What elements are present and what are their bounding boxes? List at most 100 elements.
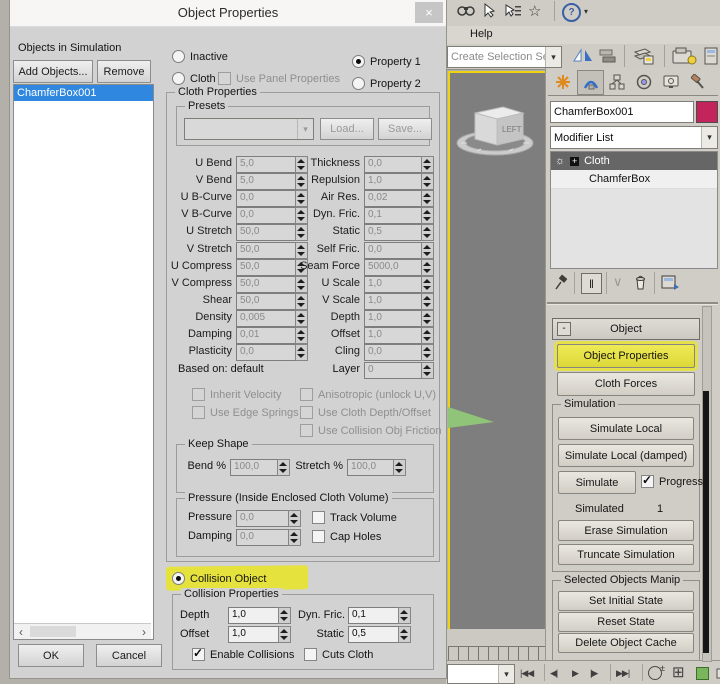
layer-field[interactable]: 0 — [364, 362, 427, 379]
static-field[interactable]: 0,5 — [348, 626, 404, 643]
make-unique-icon[interactable]: ∨ — [613, 274, 623, 290]
stack-item-cloth[interactable]: ☼ + Cloth — [551, 152, 717, 170]
presets-dropdown[interactable]: ▾ — [184, 118, 314, 140]
spinner-icon[interactable] — [421, 293, 434, 310]
cloth-radio[interactable]: Cloth — [172, 72, 216, 85]
timeline-ruler[interactable] — [448, 646, 547, 660]
play-icon[interactable]: ▶ — [572, 668, 578, 679]
param-field[interactable]: 0,0 — [364, 344, 427, 361]
viewport-layout-icon[interactable]: ⊞ — [672, 663, 685, 681]
checkbox[interactable] — [304, 648, 317, 661]
anisotropic-checkbox[interactable]: Anisotropic (unlock U,V) — [300, 388, 436, 401]
use-cloth-depth-offset-checkbox[interactable]: Use Cloth Depth/Offset — [300, 406, 431, 419]
spinner-icon[interactable] — [277, 459, 290, 476]
select-by-name-icon[interactable] — [504, 3, 522, 19]
tab-create[interactable] — [550, 70, 575, 93]
param-field[interactable]: 0,02 — [364, 190, 427, 207]
list-item[interactable]: ChamferBox001 — [14, 85, 153, 101]
spinner-icon[interactable] — [421, 327, 434, 344]
objects-list[interactable]: ChamferBox001 ‹ › — [13, 84, 154, 640]
param-field[interactable]: 0,5 — [364, 224, 427, 241]
param-field[interactable]: 1,0 — [364, 310, 427, 327]
show-end-result-icon[interactable]: ‖ — [581, 273, 602, 294]
prev-frame-icon[interactable]: ◀| — [550, 668, 557, 679]
viewport[interactable]: LEFT — [448, 71, 547, 631]
property2-radio[interactable]: Property 2 — [352, 77, 421, 90]
help-icon[interactable]: ? — [562, 3, 581, 22]
spinner-icon[interactable] — [278, 607, 291, 624]
collision-object-radio[interactable]: Collision Object — [172, 572, 266, 585]
spinner-icon[interactable] — [421, 156, 434, 173]
viewcube[interactable]: LEFT — [453, 99, 537, 159]
modifier-list-dropdown[interactable]: Modifier List ▾ — [550, 126, 718, 149]
damping-field[interactable]: 0,0 — [236, 529, 294, 546]
spinner-icon[interactable] — [421, 259, 434, 276]
use-edge-springs-checkbox[interactable]: Use Edge Springs — [192, 406, 299, 419]
spinner-icon[interactable] — [393, 459, 406, 476]
scrollbar-thumb[interactable] — [30, 626, 76, 637]
checkbox[interactable] — [192, 388, 205, 401]
tab-modify[interactable] — [577, 70, 604, 95]
stretch-field[interactable]: 100,0 — [347, 459, 399, 476]
enable-collisions-checkbox[interactable]: Enable Collisions — [192, 648, 294, 661]
tab-display[interactable] — [658, 70, 683, 93]
save-button[interactable]: Save... — [378, 118, 432, 140]
set-initial-state-button[interactable]: Set Initial State — [558, 591, 694, 611]
align-icon[interactable] — [598, 49, 618, 63]
add-objects-button[interactable]: Add Objects... — [13, 60, 93, 83]
checkbox[interactable] — [300, 424, 313, 437]
goto-end-icon[interactable]: ▶▶| — [616, 668, 629, 679]
checkbox[interactable] — [300, 388, 313, 401]
checkbox[interactable] — [192, 648, 205, 661]
spinner-icon[interactable] — [398, 607, 411, 624]
checkbox[interactable] — [192, 406, 205, 419]
spinner-icon[interactable] — [421, 224, 434, 241]
dyn-fric-field[interactable]: 0,1 — [348, 607, 404, 624]
truncate-simulation-button[interactable]: Truncate Simulation — [558, 544, 694, 565]
maximize-viewport-icon[interactable] — [696, 667, 709, 680]
stack-item-chamferbox[interactable]: ChamferBox — [551, 170, 717, 189]
mirror-icon[interactable] — [572, 47, 594, 65]
property1-radio[interactable]: Property 1 — [352, 55, 421, 68]
pin-stack-icon[interactable] — [554, 274, 570, 292]
progress-checkbox[interactable]: Progress — [641, 475, 703, 488]
menu-help[interactable]: Help — [470, 28, 493, 40]
material-editor-icon[interactable] — [704, 47, 720, 66]
time-combo[interactable]: ▾ — [447, 664, 515, 684]
next-frame-icon[interactable]: |▶ — [590, 668, 597, 679]
cloth-forces-button[interactable]: Cloth Forces — [557, 372, 695, 396]
tab-motion[interactable] — [631, 70, 656, 93]
spinner-icon[interactable] — [288, 510, 301, 527]
param-field[interactable]: 1,0 — [364, 276, 427, 293]
bend-field[interactable]: 100,0 — [230, 459, 283, 476]
load-button[interactable]: Load... — [320, 118, 374, 140]
inactive-radio[interactable]: Inactive — [172, 50, 228, 63]
spinner-icon[interactable] — [398, 626, 411, 643]
radio[interactable] — [172, 572, 185, 585]
pressure-field[interactable]: 0,0 — [236, 510, 294, 527]
scrollbar-thumb[interactable] — [703, 391, 709, 653]
param-field[interactable]: 1,0 — [364, 327, 427, 344]
expand-icon[interactable]: + — [570, 157, 579, 166]
radio[interactable] — [172, 72, 185, 85]
checkbox[interactable] — [312, 530, 325, 543]
scroll-left-icon[interactable]: ‹ — [14, 625, 28, 639]
selection-set-combo[interactable]: Create Selection Se ▾ — [447, 46, 562, 68]
radio[interactable] — [352, 77, 365, 90]
radio[interactable] — [172, 50, 185, 63]
combo-arrow-icon[interactable]: ▾ — [498, 665, 514, 683]
offset-field[interactable]: 1,0 — [228, 626, 284, 643]
depth-field[interactable]: 1,0 — [228, 607, 284, 624]
combo-arrow-icon[interactable]: ▾ — [545, 47, 561, 67]
tab-utilities[interactable] — [685, 70, 710, 93]
close-icon[interactable]: × — [415, 2, 443, 23]
checkbox[interactable] — [312, 511, 325, 524]
ok-button[interactable]: OK — [18, 644, 84, 667]
param-field[interactable]: 0,0 — [364, 156, 427, 173]
rollout-object-header[interactable]: - Object — [552, 318, 700, 340]
combo-arrow-icon[interactable]: ▾ — [297, 119, 313, 139]
isolate-icon[interactable] — [716, 665, 720, 680]
param-field[interactable]: 0,1 — [364, 207, 427, 224]
checkbox[interactable] — [218, 72, 231, 85]
object-color-swatch[interactable] — [696, 101, 718, 123]
